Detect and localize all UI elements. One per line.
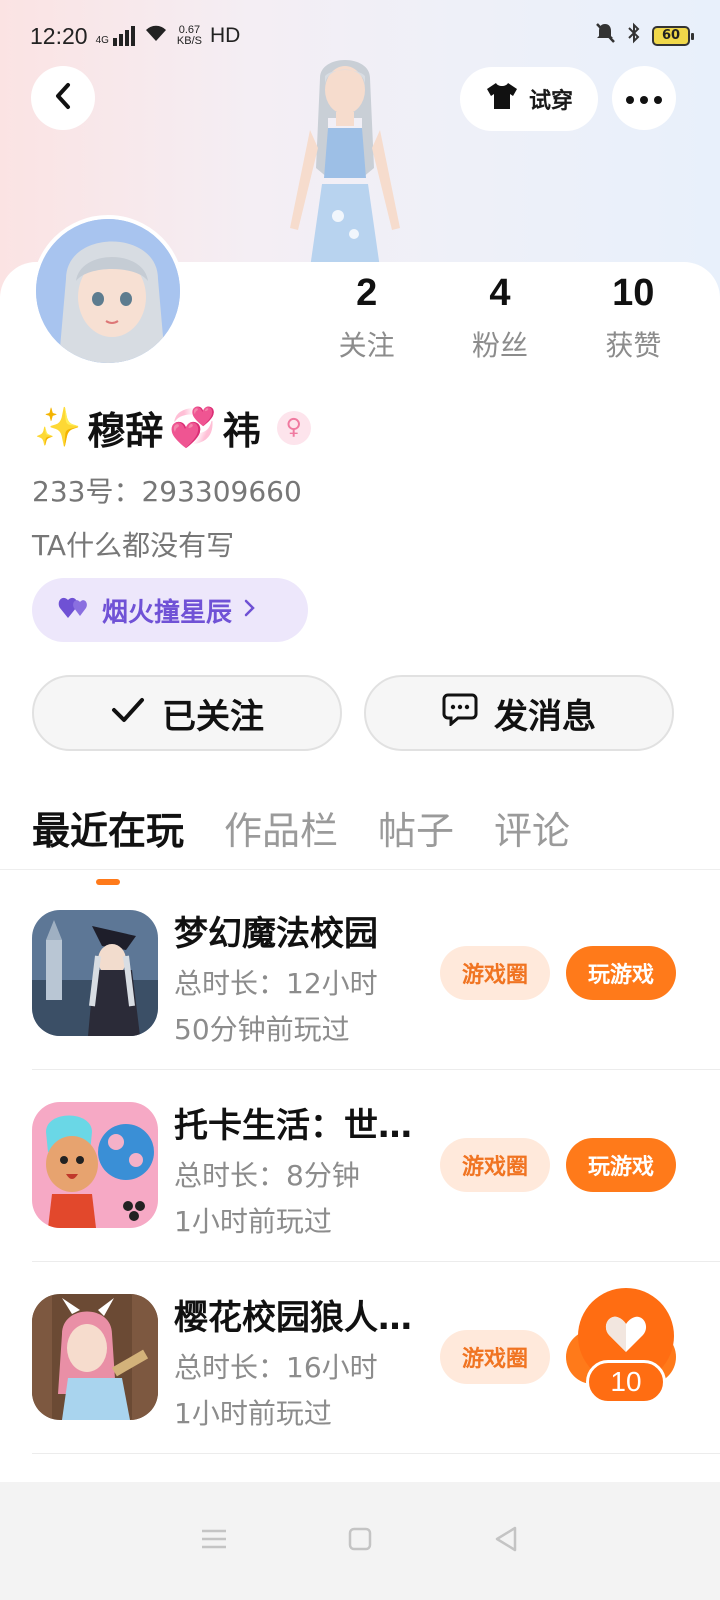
profile-stats: 2 关注 4 粉丝 10 获赞: [300, 268, 700, 364]
game-icon[interactable]: [32, 1102, 158, 1228]
list-item[interactable]: 托卡生活：世… 总时长：8分钟 1小时前玩过 游戏圈 玩游戏: [32, 1070, 720, 1262]
avatar-3d-figure[interactable]: [270, 58, 420, 268]
female-icon: ♀: [276, 410, 311, 445]
game-icon[interactable]: [32, 1294, 158, 1420]
stat-value: 4: [489, 272, 511, 314]
status-time: 12:20: [30, 22, 88, 49]
sparkles-emoji: ✨: [34, 405, 82, 449]
home-square-icon[interactable]: [348, 1527, 372, 1555]
username-part: 祎: [222, 409, 261, 453]
stat-likes[interactable]: 10 获赞: [567, 268, 700, 364]
menu-icon[interactable]: [201, 1528, 227, 1554]
bluetooth-icon: [626, 22, 642, 50]
try-on-button[interactable]: 试穿: [460, 67, 598, 131]
username: ✨ 穆辞 💞 祎 ♀: [34, 400, 311, 455]
game-title: 樱花校园狼人…: [174, 1298, 412, 1338]
back-button[interactable]: [31, 66, 95, 130]
game-circle-button[interactable]: 游戏圈: [440, 1138, 550, 1192]
wifi-icon: [143, 23, 169, 49]
stat-following[interactable]: 2 关注: [300, 268, 433, 364]
tab-works[interactable]: 作品栏: [224, 800, 338, 867]
tshirt-icon: [485, 81, 519, 117]
send-message-button[interactable]: 发消息: [364, 675, 674, 751]
stat-label: 关注: [338, 329, 395, 362]
stat-value: 2: [356, 272, 378, 314]
double-heart-icon: [58, 594, 92, 627]
followed-label: 已关注: [162, 696, 264, 737]
followed-button[interactable]: 已关注: [32, 675, 342, 751]
list-item[interactable]: 梦幻魔法校园 总时长：12小时 50分钟前玩过 游戏圈 玩游戏: [32, 878, 720, 1070]
game-last-played: 1小时前玩过: [174, 1397, 332, 1430]
avatar[interactable]: [32, 215, 184, 367]
network-speed: 0.67 KB/S: [176, 24, 202, 47]
stat-followers[interactable]: 4 粉丝: [433, 268, 566, 364]
more-options-button[interactable]: [612, 66, 676, 130]
chat-bubble-icon: [442, 692, 478, 735]
chevron-right-icon: [242, 595, 256, 625]
game-title: 梦幻魔法校园: [174, 914, 378, 954]
like-count-badge: 10: [586, 1360, 666, 1404]
profile-tabs: 最近在玩 作品栏 帖子 评论: [32, 800, 570, 867]
relationship-tag-button[interactable]: 烟火撞星辰: [32, 578, 308, 642]
hd-indicator: HD: [209, 24, 241, 47]
hearts-emoji: 💞: [169, 405, 217, 449]
more-horizontal-icon: [626, 89, 662, 108]
game-duration: 总时长：8分钟: [174, 1159, 360, 1192]
battery-indicator: 60: [652, 26, 694, 46]
system-navigation-bar: [0, 1482, 720, 1600]
cellular-signal-icon: 4G: [96, 26, 135, 46]
back-triangle-icon[interactable]: [493, 1526, 519, 1556]
tab-comments[interactable]: 评论: [494, 800, 570, 867]
game-duration: 总时长：16小时: [174, 1351, 378, 1384]
game-title: 托卡生活：世…: [174, 1106, 412, 1146]
stat-value: 10: [612, 272, 655, 314]
user-id: 233号：293309660: [32, 475, 302, 508]
username-part: 穆辞: [87, 409, 164, 453]
try-on-label: 试穿: [528, 89, 573, 114]
tab-recently-played[interactable]: 最近在玩: [32, 800, 184, 867]
game-icon[interactable]: [32, 910, 158, 1036]
game-last-played: 1小时前玩过: [174, 1205, 332, 1238]
game-last-played: 50分钟前玩过: [174, 1013, 350, 1046]
mute-icon: [594, 22, 616, 50]
stat-label: 粉丝: [471, 329, 528, 362]
play-game-button[interactable]: 玩游戏: [566, 1138, 676, 1192]
game-duration: 总时长：12小时: [174, 967, 378, 1000]
chevron-left-icon: [52, 81, 74, 115]
tag-label: 烟火撞星辰: [102, 597, 233, 628]
play-game-button[interactable]: 玩游戏: [566, 946, 676, 1000]
checkmark-icon: [110, 693, 146, 733]
send-message-label: 发消息: [494, 696, 596, 737]
divider: [0, 869, 720, 870]
stat-label: 获赞: [605, 329, 662, 362]
heart-icon: [604, 1314, 648, 1358]
game-circle-button[interactable]: 游戏圈: [440, 1330, 550, 1384]
tab-posts[interactable]: 帖子: [378, 800, 454, 867]
game-circle-button[interactable]: 游戏圈: [440, 946, 550, 1000]
user-bio: TA什么都没有写: [32, 529, 235, 562]
